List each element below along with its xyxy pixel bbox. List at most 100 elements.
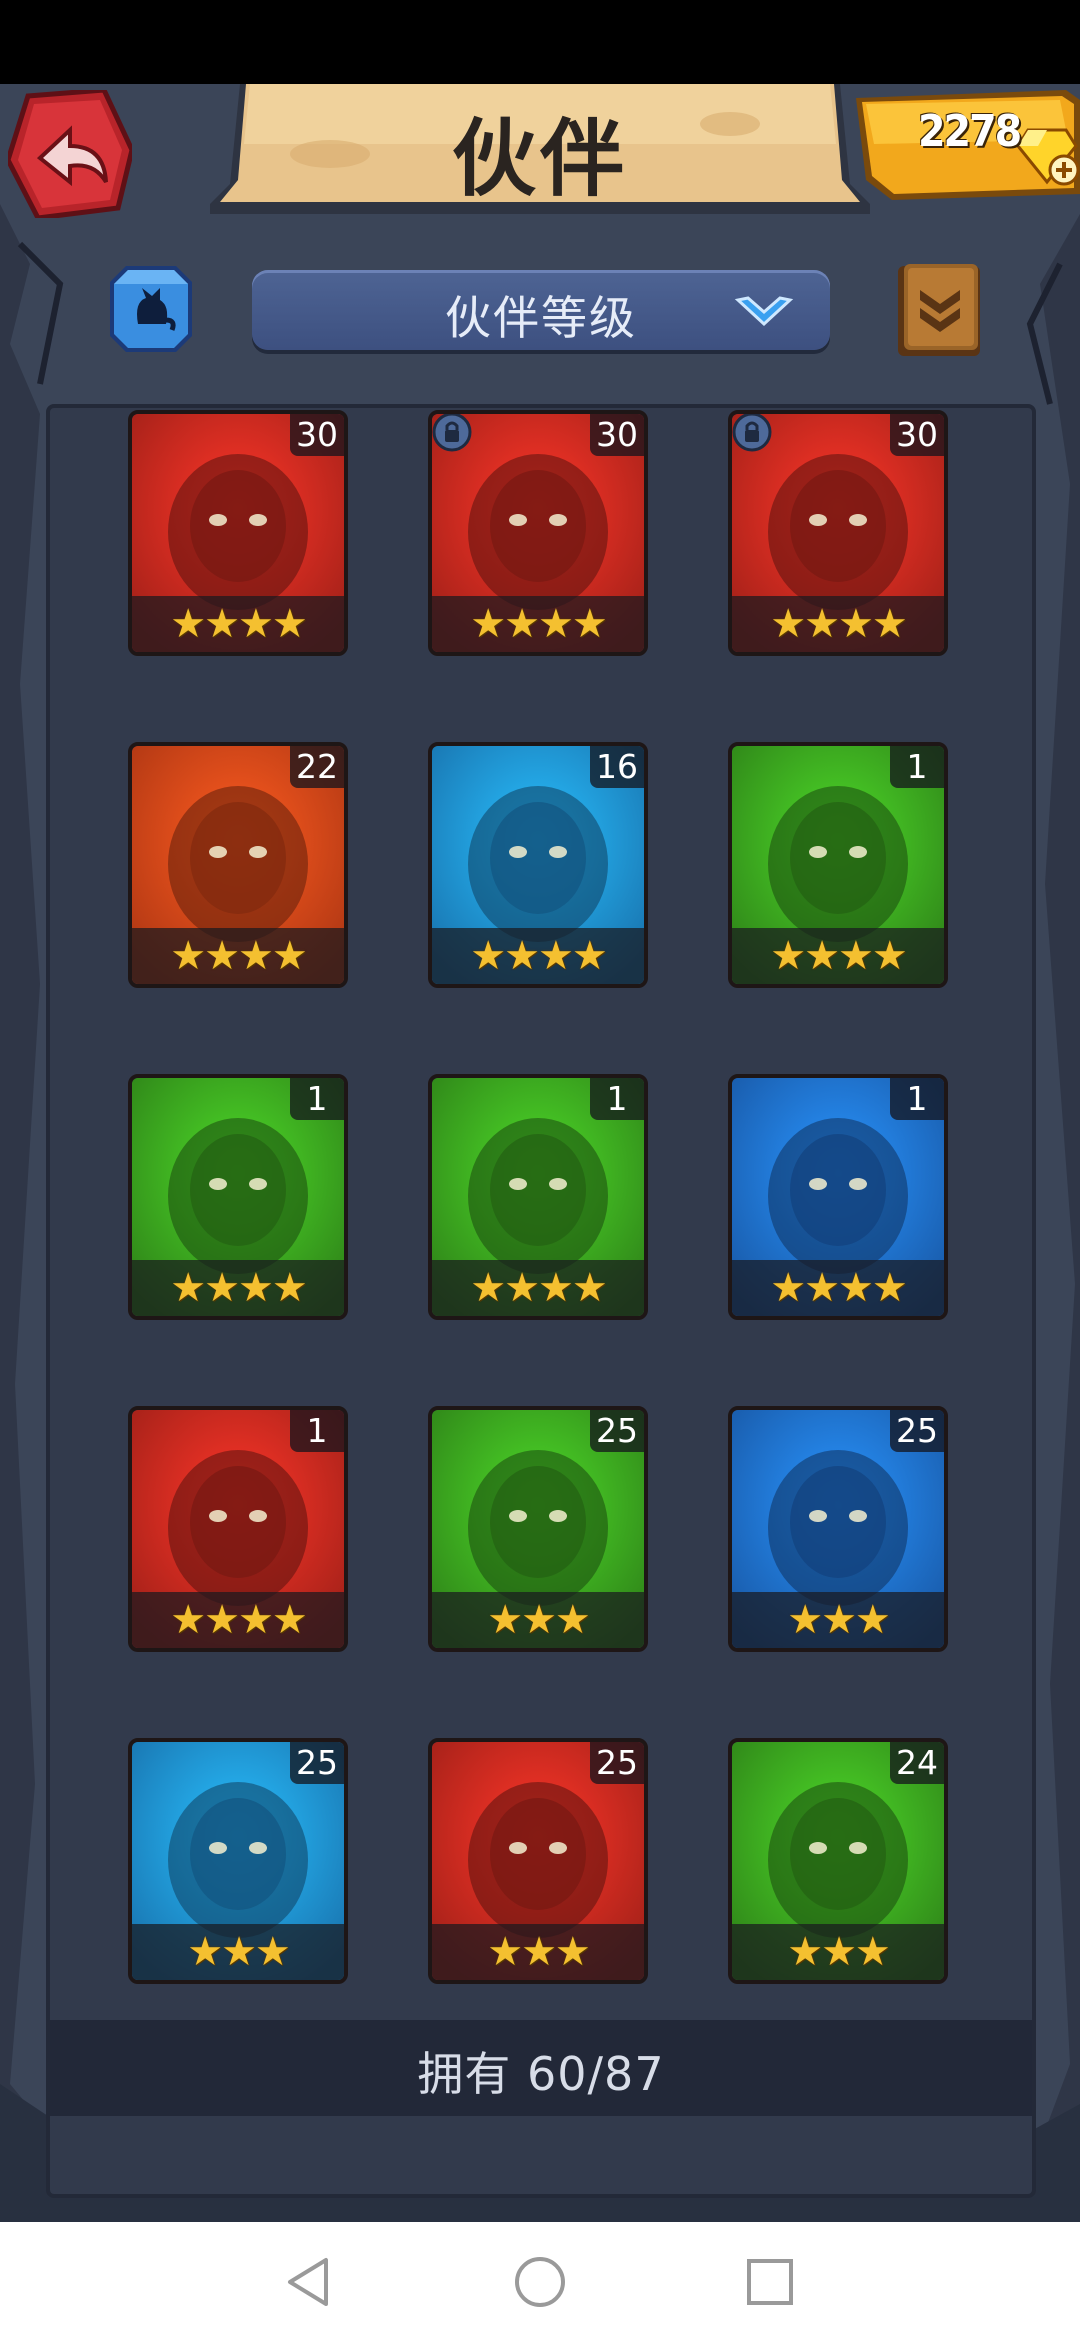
star-icon: ★ (804, 933, 840, 979)
star-icon: ★ (571, 1265, 608, 1311)
partner-card[interactable]: 24 ★★★ (728, 1738, 948, 1984)
partner-grid: 30 ★★★★ 30 ★★★★ 30 ★★★★ 22 ★★★★ 16 ★★★★ 1 ★★★★ 1 ★★★★… (0, 84, 1080, 1994)
partner-star-rating: ★★★★ (132, 928, 344, 984)
owned-count: 拥有 60/87 (417, 2047, 665, 2101)
star-icon: ★ (238, 601, 274, 647)
partner-level: 1 (290, 1078, 344, 1120)
star-icon: ★ (238, 1265, 274, 1311)
star-icon: ★ (271, 1597, 308, 1643)
star-icon: ★ (254, 1929, 291, 1975)
star-icon: ★ (487, 1597, 523, 1643)
partner-card[interactable]: 1 ★★★★ (128, 1406, 348, 1652)
partner-card[interactable]: 25 ★★★ (128, 1738, 348, 1984)
partner-level: 25 (590, 1742, 644, 1784)
lock-icon (432, 414, 472, 452)
partner-level: 1 (890, 746, 944, 788)
game-screen: 伙伴 2278 伙伴等级 30 ★★★★ 30 ★★★★ 30 ★★★★ 22 … (0, 84, 1080, 2222)
star-icon: ★ (504, 933, 540, 979)
partner-star-rating: ★★★★ (132, 596, 344, 652)
partner-level: 16 (590, 746, 644, 788)
star-icon: ★ (554, 1597, 591, 1643)
partner-card[interactable]: 1 ★★★★ (728, 1074, 948, 1320)
star-icon: ★ (871, 1265, 908, 1311)
star-icon: ★ (271, 601, 308, 647)
partner-card[interactable]: 1 ★★★★ (728, 742, 948, 988)
nav-home-icon[interactable] (510, 2252, 570, 2312)
partner-star-rating: ★★★ (732, 1592, 944, 1648)
star-icon: ★ (821, 1597, 857, 1643)
star-icon: ★ (838, 601, 874, 647)
lock-icon (732, 414, 772, 452)
star-icon: ★ (871, 601, 908, 647)
partner-level: 25 (590, 1410, 644, 1452)
star-icon: ★ (838, 933, 874, 979)
star-icon: ★ (504, 601, 540, 647)
star-icon: ★ (204, 1597, 240, 1643)
star-icon: ★ (538, 933, 574, 979)
partner-star-rating: ★★★ (132, 1924, 344, 1980)
partner-star-rating: ★★★★ (732, 596, 944, 652)
star-icon: ★ (470, 933, 506, 979)
star-icon: ★ (770, 601, 806, 647)
star-icon: ★ (238, 933, 274, 979)
star-icon: ★ (170, 1265, 206, 1311)
star-icon: ★ (504, 1265, 540, 1311)
partner-level: 1 (890, 1078, 944, 1120)
partner-card[interactable]: 1 ★★★★ (128, 1074, 348, 1320)
owned-count-bar: 拥有 60/87 (50, 2020, 1032, 2116)
partner-level: 30 (890, 414, 944, 456)
partner-level: 30 (290, 414, 344, 456)
status-bar (0, 0, 1080, 84)
partner-star-rating: ★★★★ (432, 928, 644, 984)
star-icon: ★ (871, 933, 908, 979)
partner-card[interactable]: 25 ★★★ (428, 1738, 648, 1984)
star-icon: ★ (571, 933, 608, 979)
star-icon: ★ (204, 1265, 240, 1311)
star-icon: ★ (838, 1265, 874, 1311)
star-icon: ★ (521, 1929, 557, 1975)
partner-star-rating: ★★★★ (732, 928, 944, 984)
partner-card[interactable]: 25 ★★★ (728, 1406, 948, 1652)
star-icon: ★ (571, 601, 608, 647)
partner-card[interactable]: 30 ★★★★ (128, 410, 348, 656)
star-icon: ★ (770, 933, 806, 979)
star-icon: ★ (204, 933, 240, 979)
star-icon: ★ (271, 1265, 308, 1311)
star-icon: ★ (538, 1265, 574, 1311)
star-icon: ★ (770, 1265, 806, 1311)
nav-recents-icon[interactable] (740, 2252, 800, 2312)
star-icon: ★ (854, 1929, 891, 1975)
star-icon: ★ (470, 601, 506, 647)
star-icon: ★ (787, 1929, 823, 1975)
partner-card[interactable]: 30 ★★★★ (728, 410, 948, 656)
star-icon: ★ (821, 1929, 857, 1975)
star-icon: ★ (804, 1265, 840, 1311)
star-icon: ★ (170, 933, 206, 979)
star-icon: ★ (487, 1929, 523, 1975)
partner-star-rating: ★★★ (432, 1592, 644, 1648)
partner-card[interactable]: 16 ★★★★ (428, 742, 648, 988)
partner-level: 30 (590, 414, 644, 456)
star-icon: ★ (204, 601, 240, 647)
star-icon: ★ (554, 1929, 591, 1975)
partner-star-rating: ★★★★ (132, 1260, 344, 1316)
partner-level: 22 (290, 746, 344, 788)
partner-card[interactable]: 1 ★★★★ (428, 1074, 648, 1320)
partner-card[interactable]: 30 ★★★★ (428, 410, 648, 656)
star-icon: ★ (187, 1929, 223, 1975)
star-icon: ★ (787, 1597, 823, 1643)
star-icon: ★ (804, 601, 840, 647)
partner-level: 1 (290, 1410, 344, 1452)
partner-level: 25 (290, 1742, 344, 1784)
star-icon: ★ (170, 601, 206, 647)
partner-star-rating: ★★★★ (732, 1260, 944, 1316)
partner-card[interactable]: 25 ★★★ (428, 1406, 648, 1652)
star-icon: ★ (854, 1597, 891, 1643)
star-icon: ★ (470, 1265, 506, 1311)
star-icon: ★ (170, 1597, 206, 1643)
partner-card[interactable]: 22 ★★★★ (128, 742, 348, 988)
partner-star-rating: ★★★★ (132, 1592, 344, 1648)
partner-star-rating: ★★★ (432, 1924, 644, 1980)
nav-back-icon[interactable] (280, 2252, 340, 2312)
star-icon: ★ (538, 601, 574, 647)
